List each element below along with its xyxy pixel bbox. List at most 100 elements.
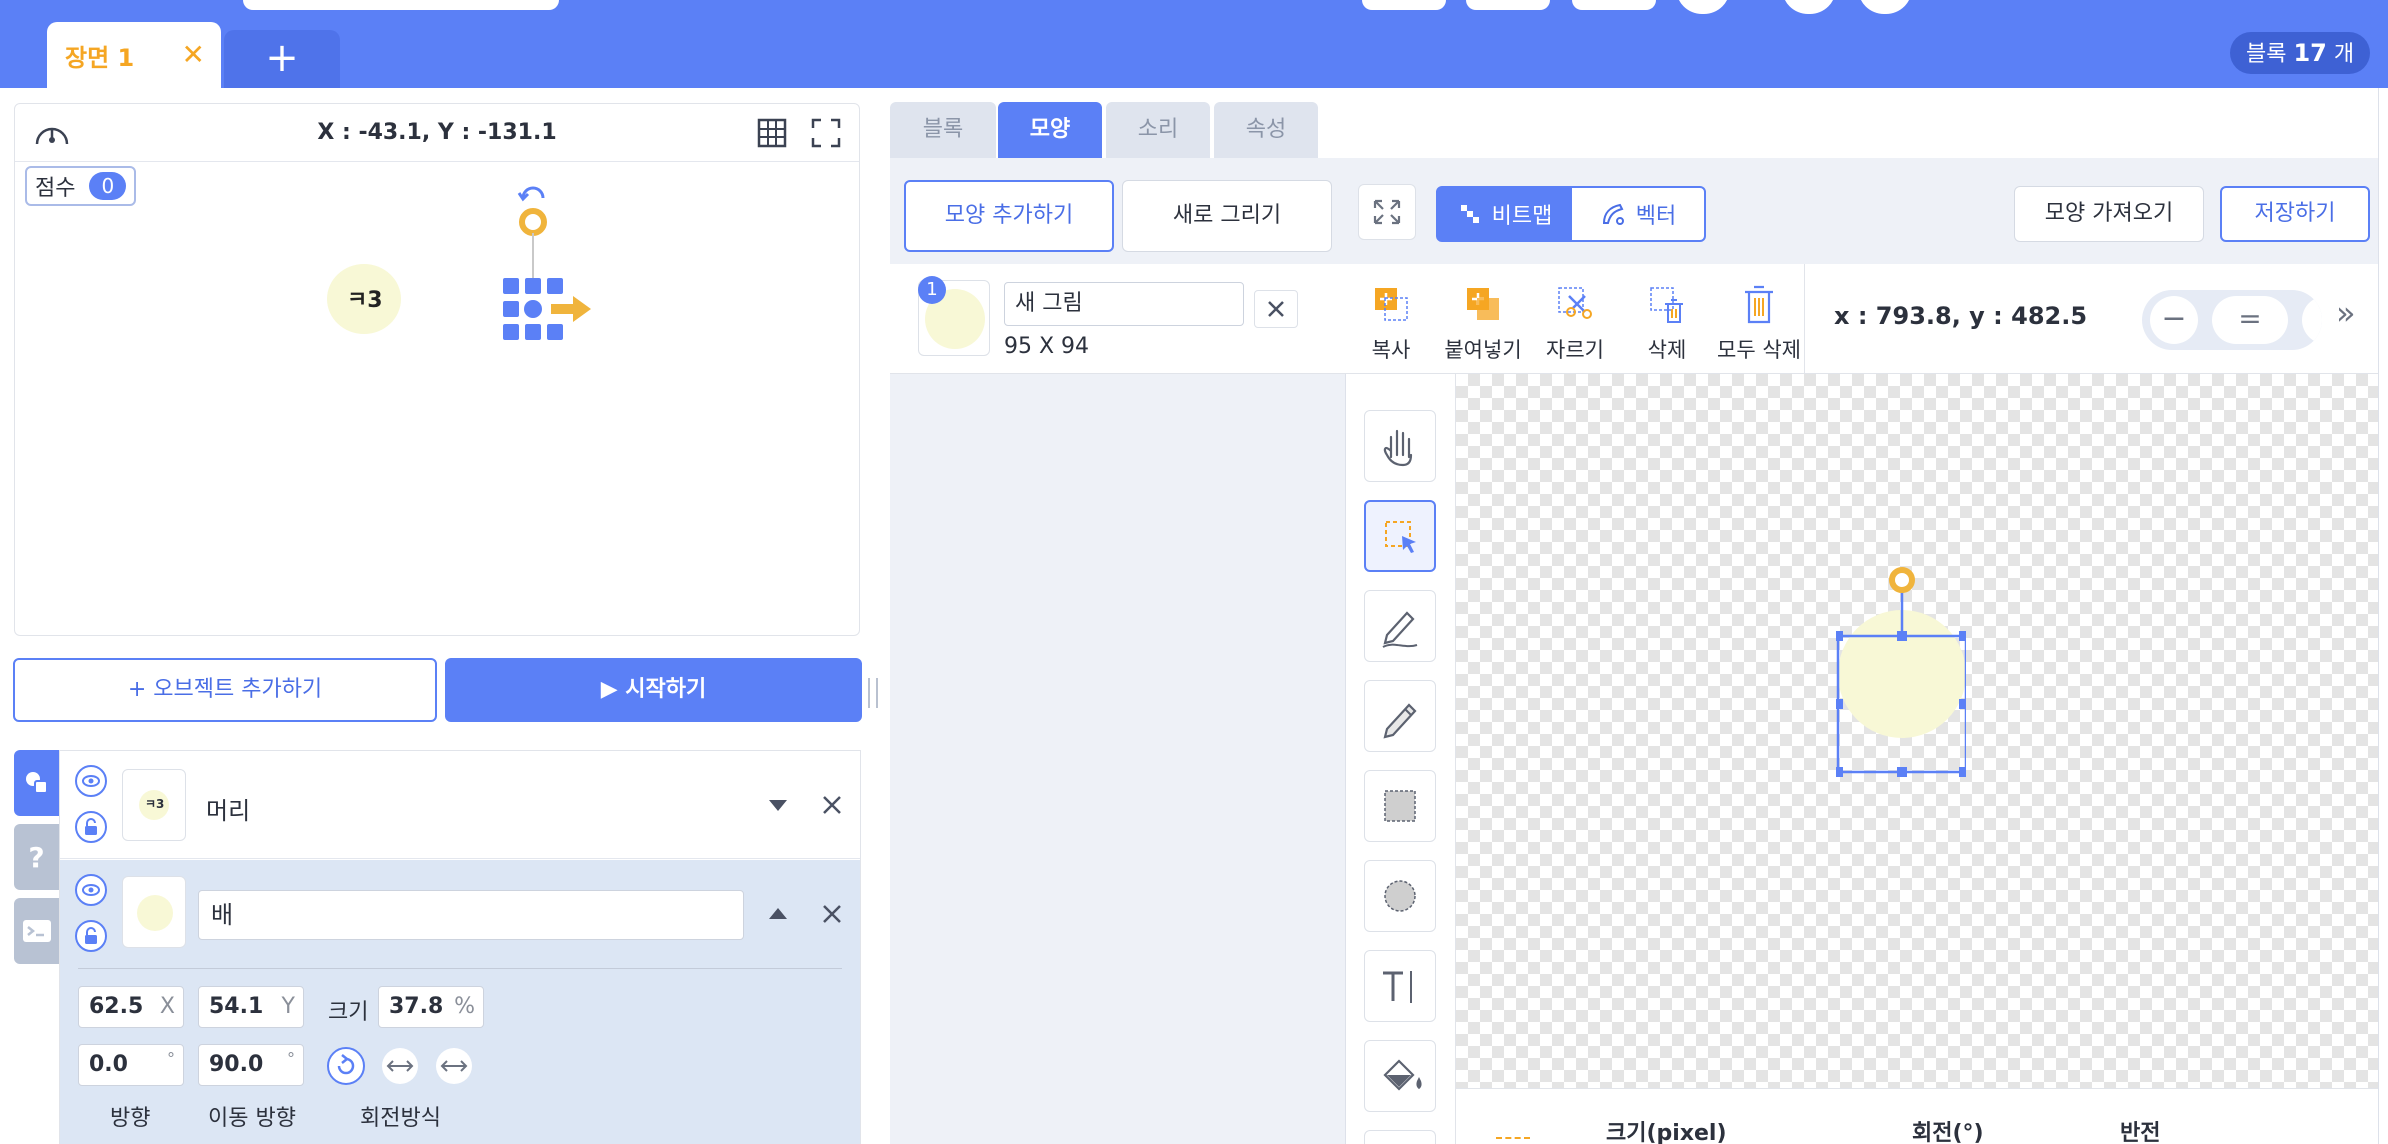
object-row[interactable]: ㅋ3 머리: [60, 751, 860, 859]
move-direction-field[interactable]: 90.0 °: [198, 1044, 304, 1086]
add-object-button[interactable]: + 오브젝트 추가하기: [13, 658, 437, 722]
drawing-canvas[interactable]: [1456, 374, 2378, 1088]
expand-toolbar-icon[interactable]: »: [2336, 294, 2356, 332]
copy-tool[interactable]: 복사: [1346, 264, 1436, 374]
help-icon: ?: [28, 840, 45, 874]
top-tool-stub-2[interactable]: [1466, 0, 1550, 10]
pen-tool[interactable]: [1364, 590, 1436, 662]
tab-shapes[interactable]: 모양: [998, 102, 1102, 158]
rotate-none-icon[interactable]: [434, 1046, 474, 1086]
paste-icon: [1467, 288, 1499, 320]
delete-object-icon[interactable]: [820, 902, 844, 926]
grid-icon[interactable]: [757, 118, 787, 148]
size-label: 크기: [328, 1000, 369, 1025]
lock-icon[interactable]: [75, 920, 107, 952]
rotate-free-icon[interactable]: [326, 1046, 366, 1086]
close-icon[interactable]: ✕: [182, 38, 205, 71]
add-shape-button[interactable]: 모양 추가하기: [904, 180, 1114, 252]
trash-icon: [1745, 285, 1773, 324]
delete-tool[interactable]: 삭제: [1622, 264, 1712, 374]
zoom-controls: − =: [2142, 290, 2322, 350]
zoom-reset-button[interactable]: =: [2212, 296, 2288, 344]
top-round-button-1[interactable]: [1676, 0, 1730, 14]
object-name: 머리: [206, 797, 251, 825]
hand-tool[interactable]: [1364, 410, 1436, 482]
tab-blocks[interactable]: 블록: [890, 102, 996, 158]
tab-properties[interactable]: 속성: [1214, 102, 1318, 158]
rectangle-icon: [1384, 790, 1416, 822]
side-tab-console[interactable]: [14, 898, 59, 964]
scene-tab[interactable]: 장면 1 ✕: [47, 22, 221, 88]
hand-icon: [1383, 429, 1413, 467]
scene-tab-label: 장면 1: [65, 43, 135, 72]
vector-mode-button[interactable]: 벡터: [1572, 188, 1704, 240]
eye-icon[interactable]: [75, 765, 107, 797]
top-round-button-3[interactable]: [1858, 0, 1912, 14]
scissors-icon: [1558, 287, 1592, 319]
top-menu-stub[interactable]: [243, 0, 559, 10]
head-sprite[interactable]: ㅋ3: [327, 264, 401, 334]
object-row-selected[interactable]: 배 62.5 X 54.1 Y 크기 37.8% 0.0 ° 90.0 ° 방향…: [60, 860, 860, 1144]
lock-icon[interactable]: [75, 811, 107, 843]
size-pixel-label: 크기(pixel): [1606, 1121, 1727, 1144]
delete-shape-button[interactable]: [1254, 290, 1298, 328]
top-round-button-2[interactable]: [1782, 0, 1836, 14]
score-value: 0: [89, 172, 127, 200]
size-field[interactable]: 37.8%: [378, 986, 484, 1028]
start-button[interactable]: ▶ 시작하기: [445, 658, 862, 722]
page-scroll-edge: [2378, 88, 2388, 1144]
circle-tool[interactable]: [1364, 860, 1436, 932]
import-shape-button[interactable]: 모양 가져오기: [2014, 186, 2204, 242]
cut-tool[interactable]: 자르기: [1530, 264, 1620, 374]
tab-sounds[interactable]: 소리: [1106, 102, 1210, 158]
expand-down-icon[interactable]: [766, 795, 790, 815]
stage-header: X : -43.1, Y : -131.1: [15, 104, 859, 162]
direction-field[interactable]: 0.0 °: [78, 1044, 184, 1086]
stage-coordinates: X : -43.1, Y : -131.1: [317, 120, 557, 145]
more-tool[interactable]: [1364, 1130, 1436, 1144]
selected-shape[interactable]: [1836, 554, 1966, 794]
fill-tool[interactable]: [1364, 1040, 1436, 1112]
shape-item[interactable]: 1 새 그림 95 X 94: [890, 264, 1346, 374]
editor-header: 비트맵 벡터 모양 가져오기 저장하기: [1346, 164, 2388, 264]
select-tool[interactable]: [1364, 500, 1436, 572]
select-cursor-icon: [1385, 521, 1416, 553]
delete-all-tool[interactable]: 모두 삭제: [1714, 264, 1804, 374]
fullscreen-icon[interactable]: [811, 118, 841, 148]
add-scene-button[interactable]: +: [224, 30, 340, 88]
shapes-icon: [25, 772, 48, 794]
object-side-tabs: ?: [14, 750, 59, 1144]
text-tool[interactable]: [1364, 950, 1436, 1022]
save-button[interactable]: 저장하기: [2220, 186, 2370, 242]
cursor-coordinates: x : 793.8, y : 482.5: [1834, 302, 2088, 330]
y-field[interactable]: 54.1 Y: [198, 986, 304, 1028]
zoom-out-button[interactable]: −: [2150, 296, 2198, 344]
transform-gizmo[interactable]: [493, 180, 613, 360]
paste-tool[interactable]: 붙여넣기: [1438, 264, 1528, 374]
top-tool-stub-3[interactable]: [1572, 0, 1656, 10]
shape-name-input[interactable]: 새 그림: [1004, 282, 1244, 326]
rectangle-tool[interactable]: [1364, 770, 1436, 842]
new-draw-button[interactable]: 새로 그리기: [1122, 180, 1332, 252]
delete-object-icon[interactable]: [820, 793, 844, 817]
shape-list-header: 모양 추가하기 새로 그리기 1 새 그림 95 X 94: [890, 164, 1346, 374]
divider: [78, 968, 842, 969]
object-name-input[interactable]: 배: [198, 890, 744, 940]
copy-icon: [1375, 288, 1408, 321]
bitmap-icon: [1460, 205, 1479, 223]
delete-icon: [1650, 287, 1683, 323]
bitmap-mode-button[interactable]: 비트맵: [1438, 188, 1572, 240]
rotate-horizontal-icon[interactable]: [380, 1046, 420, 1086]
panel-resize-handle[interactable]: [868, 678, 878, 708]
expand-editor-button[interactable]: [1358, 184, 1416, 240]
top-tool-stub-1[interactable]: [1362, 0, 1446, 10]
pencil-tool[interactable]: [1364, 680, 1436, 752]
side-tab-objects[interactable]: [14, 750, 59, 816]
collapse-up-icon[interactable]: [766, 904, 790, 924]
side-tab-help[interactable]: ?: [14, 824, 59, 890]
block-count-badge: 블록 17 개: [2230, 32, 2371, 74]
zoom-in-button[interactable]: [2302, 296, 2322, 344]
x-field[interactable]: 62.5 X: [78, 986, 184, 1028]
object-thumbnail: ㅋ3: [122, 769, 186, 841]
eye-icon[interactable]: [75, 874, 107, 906]
